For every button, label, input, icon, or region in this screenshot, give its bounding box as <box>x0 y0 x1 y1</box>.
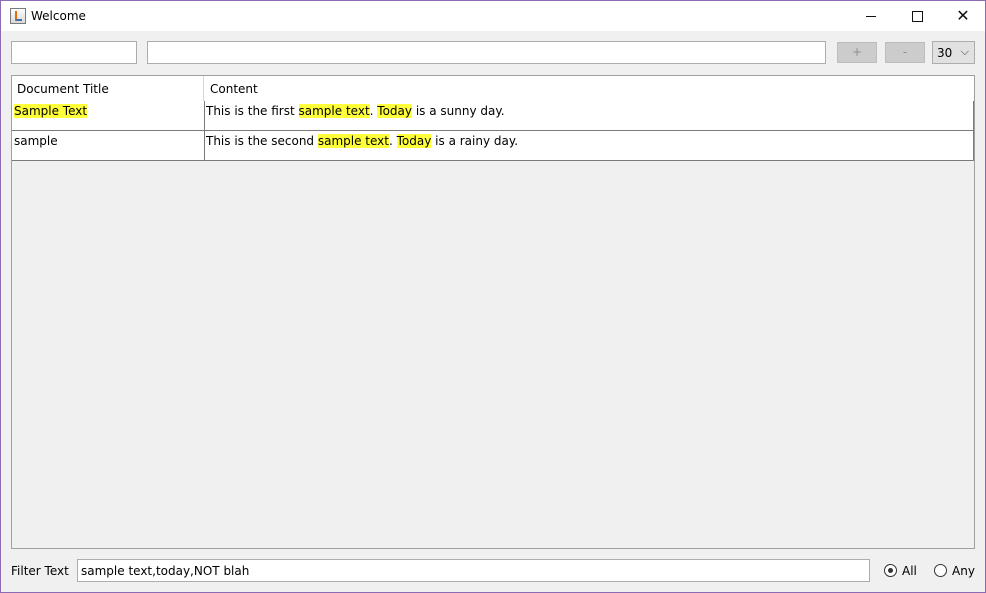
cell-document-title[interactable]: Sample Text <box>12 101 205 130</box>
cell-content[interactable]: This is the second sample text. Today is… <box>205 131 974 160</box>
documents-table[interactable]: Document Title Content Sample Text This … <box>11 75 975 549</box>
close-icon: ✕ <box>956 6 970 25</box>
cell-text: is a sunny day. <box>412 104 505 118</box>
window-title: Welcome <box>31 9 86 23</box>
radio-any[interactable]: Any <box>934 564 975 578</box>
table-row[interactable]: sample This is the second sample text. T… <box>12 131 974 161</box>
main-window: Welcome ✕ + - 30 ⌵ Document Title Conten… <box>0 0 986 593</box>
highlighted-text: sample text <box>317 134 389 148</box>
column-header-document-title[interactable]: Document Title <box>12 76 204 101</box>
chevron-down-icon: ⌵ <box>960 45 969 58</box>
cell-text: This is the second <box>206 134 318 148</box>
radio-selected-icon <box>884 564 897 577</box>
table-row[interactable]: Sample Text This is the first sample tex… <box>12 101 974 131</box>
maximize-button[interactable] <box>894 1 940 31</box>
highlighted-text: sample text <box>298 104 370 118</box>
radio-any-label: Any <box>952 564 975 578</box>
maximize-icon <box>911 10 923 22</box>
close-button[interactable]: ✕ <box>940 1 985 31</box>
title-bar[interactable]: Welcome ✕ <box>1 1 985 31</box>
cell-document-title[interactable]: sample <box>12 131 205 160</box>
font-size-value: 30 <box>937 46 953 60</box>
radio-all[interactable]: All <box>884 564 917 578</box>
document-content-input[interactable] <box>147 41 826 64</box>
add-button[interactable]: + <box>837 42 877 63</box>
document-title-input[interactable] <box>11 41 137 64</box>
radio-unselected-icon <box>934 564 947 577</box>
minimize-icon <box>866 15 876 17</box>
font-size-select[interactable]: 30 ⌵ <box>932 41 975 64</box>
cell-text: is a rainy day. <box>431 134 519 148</box>
radio-all-label: All <box>902 564 917 578</box>
cell-text: This is the first <box>206 104 299 118</box>
highlighted-text: Today <box>377 104 413 118</box>
minimize-button[interactable] <box>848 1 894 31</box>
column-header-content[interactable]: Content <box>205 76 974 101</box>
filter-label: Filter Text <box>11 564 69 578</box>
cell-content[interactable]: This is the first sample text. Today is … <box>205 101 974 130</box>
cell-text: sample <box>14 134 58 148</box>
highlighted-text: Sample Text <box>14 104 88 118</box>
cell-text: . <box>389 134 397 148</box>
java-cup-icon <box>10 8 26 24</box>
remove-button[interactable]: - <box>885 42 925 63</box>
highlighted-text: Today <box>396 134 432 148</box>
table-header: Document Title Content <box>12 76 974 102</box>
filter-input[interactable] <box>77 559 870 582</box>
